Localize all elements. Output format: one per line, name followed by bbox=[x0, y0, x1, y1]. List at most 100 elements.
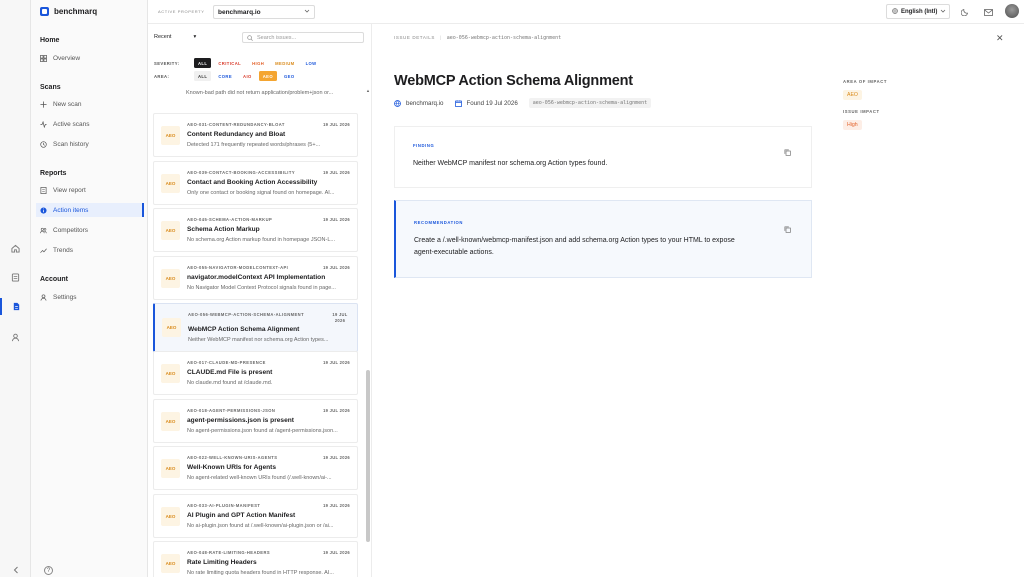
finding-box: FINDING Neither WebMCP manifest nor sche… bbox=[394, 126, 812, 188]
issue-card[interactable]: AEO AEO-022-WELL-KNOWN-URIS-AGENTS 19 JUL … bbox=[153, 446, 358, 491]
active-property-select[interactable]: benchmarq.io bbox=[213, 5, 315, 19]
chevron-down-icon bbox=[304, 8, 310, 16]
issue-card-desc: Neither WebMCP manifest nor schema.org A… bbox=[188, 337, 329, 344]
sidebar-item-label: Active scans bbox=[53, 120, 90, 128]
issue-card[interactable]: AEO AEO-055-NAVIGATOR-MODELCONTEXT-API 19 … bbox=[153, 255, 358, 300]
issue-date: 19 JUL 2026 bbox=[323, 122, 350, 127]
area-of-impact-label: AREA OF IMPACT bbox=[843, 79, 887, 84]
issue-id: AEO-045-SCHEMA-ACTION-MARKUP bbox=[187, 217, 273, 223]
collapse-chevron-icon[interactable] bbox=[7, 565, 24, 575]
issue-date: 19 JUL 2026 bbox=[323, 550, 350, 556]
sidebar-item-trends[interactable]: Trends bbox=[36, 243, 146, 257]
issue-card[interactable]: AEO AEO-045-SCHEMA-ACTION-MARKUP 19 JUL 20… bbox=[153, 208, 358, 253]
severity-chip-critical[interactable]: CRITICAL bbox=[214, 58, 245, 68]
issue-card-title: Rate Limiting Headers bbox=[187, 559, 257, 567]
area-badge: AEO bbox=[161, 173, 180, 193]
issue-impact-badge: High bbox=[843, 120, 862, 130]
severity-chip-medium[interactable]: MEDIUM bbox=[271, 58, 298, 68]
copy-icon[interactable] bbox=[784, 220, 791, 238]
issue-card-desc: Detected 171 frequently repeated words/p… bbox=[187, 142, 321, 148]
area-badge: AEO bbox=[161, 364, 180, 383]
issue-card-title: Schema Action Markup bbox=[187, 226, 260, 234]
issue-site[interactable]: benchmarq.io bbox=[406, 100, 444, 107]
detail-header: ISSUE DETAILS | aeo-056-webmcp-action-sc… bbox=[394, 35, 561, 41]
sidebar-item-label: Action items bbox=[53, 206, 89, 214]
issue-card-title: agent-permissions.json is present bbox=[187, 416, 294, 424]
detail-header-label: ISSUE DETAILS bbox=[394, 35, 435, 40]
nav-section-reports: Reports bbox=[40, 170, 67, 177]
issue-card[interactable]: AEO AEO-039-CONTACT-BOOKING-ACCESSIBILITY… bbox=[153, 160, 358, 205]
issue-card[interactable]: AEO AEO-056-WEBMCP-ACTION-SCHEMA-ALIGNMEN… bbox=[153, 303, 358, 353]
issue-title: WebMCP Action Schema Alignment bbox=[394, 73, 633, 89]
icon-rail bbox=[0, 0, 31, 577]
activity-icon bbox=[40, 120, 47, 128]
sidebar-item-competitors[interactable]: Competitors bbox=[36, 223, 146, 237]
copy-icon[interactable] bbox=[784, 143, 791, 161]
area-of-impact-badge: AEO bbox=[843, 90, 862, 100]
caret-down-icon: ▾ bbox=[193, 34, 197, 40]
issue-card[interactable]: AEO AEO-018-AGENT-PERMISSIONS-JSON 19 JUL … bbox=[153, 398, 358, 443]
language-select[interactable]: English (Intl) bbox=[886, 4, 950, 19]
history-icon bbox=[40, 140, 47, 148]
search-placeholder: Search issues... bbox=[257, 35, 297, 41]
area-label: AREA: bbox=[154, 73, 170, 79]
close-icon[interactable]: ✕ bbox=[996, 33, 1004, 44]
issue-card[interactable]: AEO AEO-033-AI-PLUGIN-MANIFEST 19 JUL 2026… bbox=[153, 493, 358, 538]
recommendation-text-line-2: agent-executable actions. bbox=[414, 249, 494, 256]
user-icon[interactable] bbox=[7, 329, 24, 346]
report-icon[interactable] bbox=[7, 269, 24, 286]
sort-select[interactable]: Recent ▾ bbox=[154, 34, 196, 40]
brand-name: benchmarq bbox=[54, 7, 98, 16]
calendar-icon bbox=[454, 99, 462, 107]
issue-card[interactable]: AEO AEO-048-RATE-LIMITING-HEADERS 19 JUL 2… bbox=[153, 541, 358, 577]
info-icon bbox=[40, 206, 47, 214]
help-icon[interactable]: ? bbox=[44, 566, 53, 575]
search-icon bbox=[247, 35, 253, 43]
area-chip-all[interactable]: ALL bbox=[194, 71, 212, 81]
area-badge: AEO bbox=[161, 459, 180, 479]
sidebar-item-action-items[interactable]: Action items bbox=[36, 203, 144, 217]
area-chip-aeo[interactable]: AEO bbox=[258, 71, 277, 81]
avatar[interactable] bbox=[1005, 4, 1019, 18]
sidebar-item-scan-history[interactable]: Scan history bbox=[36, 137, 146, 151]
issue-card-title: CLAUDE.md File is present bbox=[187, 369, 273, 376]
brand[interactable]: benchmarq bbox=[40, 7, 97, 16]
nav-section-home: Home bbox=[40, 37, 60, 44]
issue-code-pill: aeo-056-webmcp-action-schema-alignment bbox=[528, 98, 652, 108]
recommendation-box: RECOMMENDATION Create a /.well-known/web… bbox=[394, 200, 812, 278]
action-items-icon[interactable] bbox=[0, 298, 30, 315]
sidebar-item-overview[interactable]: Overview bbox=[36, 51, 146, 65]
area-badge: AEO bbox=[161, 221, 180, 241]
home-icon[interactable] bbox=[7, 240, 24, 257]
area-chip-aio[interactable]: AIO bbox=[239, 71, 256, 81]
area-badge: AEO bbox=[161, 411, 180, 431]
finding-label: FINDING bbox=[413, 143, 435, 148]
sidebar-item-view-report[interactable]: View report bbox=[36, 183, 146, 197]
sidebar-item-new-scan[interactable]: New scan bbox=[36, 97, 146, 111]
area-chip-core[interactable]: CORE bbox=[214, 71, 236, 81]
sidebar-item-label: New scan bbox=[53, 100, 82, 108]
scroll-up-icon[interactable]: ▲ bbox=[366, 88, 370, 93]
sidebar-item-label: Trends bbox=[53, 246, 73, 254]
issue-card[interactable]: AEO AEO-031-CONTENT-REDUNDANCY-BLOAT 19 JU… bbox=[153, 113, 358, 157]
list-scrollbar[interactable]: ▲ bbox=[366, 88, 370, 573]
severity-label: SEVERITY: bbox=[154, 60, 180, 66]
moon-icon[interactable] bbox=[958, 5, 972, 19]
issue-date: 19 JUL 2026 bbox=[332, 312, 348, 323]
issue-card[interactable]: AEO AEO-017-CLAUDE-MD-PRESENCE 19 JUL 2026… bbox=[153, 351, 358, 395]
issue-card-title: AI Plugin and GPT Action Manifest bbox=[187, 511, 296, 519]
severity-chip-low[interactable]: LOW bbox=[302, 58, 321, 68]
issue-id: AEO-031-CONTENT-REDUNDANCY-BLOAT bbox=[187, 122, 285, 127]
severity-chip-high[interactable]: HIGH bbox=[248, 58, 268, 68]
severity-chip-all[interactable]: ALL bbox=[194, 58, 212, 68]
search-input[interactable]: Search issues... bbox=[242, 32, 364, 43]
scrollbar-thumb[interactable] bbox=[366, 370, 370, 542]
mail-icon[interactable] bbox=[981, 5, 995, 19]
issue-card-title: Well-Known URIs for Agents bbox=[187, 464, 277, 472]
sidebar-item-active-scans[interactable]: Active scans bbox=[36, 117, 146, 131]
sidebar-item-settings[interactable]: Settings bbox=[36, 290, 146, 304]
area-chip-geo[interactable]: GEO bbox=[280, 71, 299, 81]
brand-logo-icon bbox=[40, 7, 49, 16]
issue-id: AEO-039-CONTACT-BOOKING-ACCESSIBILITY bbox=[187, 169, 296, 175]
issue-id: AEO-018-AGENT-PERMISSIONS-JSON bbox=[187, 407, 276, 413]
